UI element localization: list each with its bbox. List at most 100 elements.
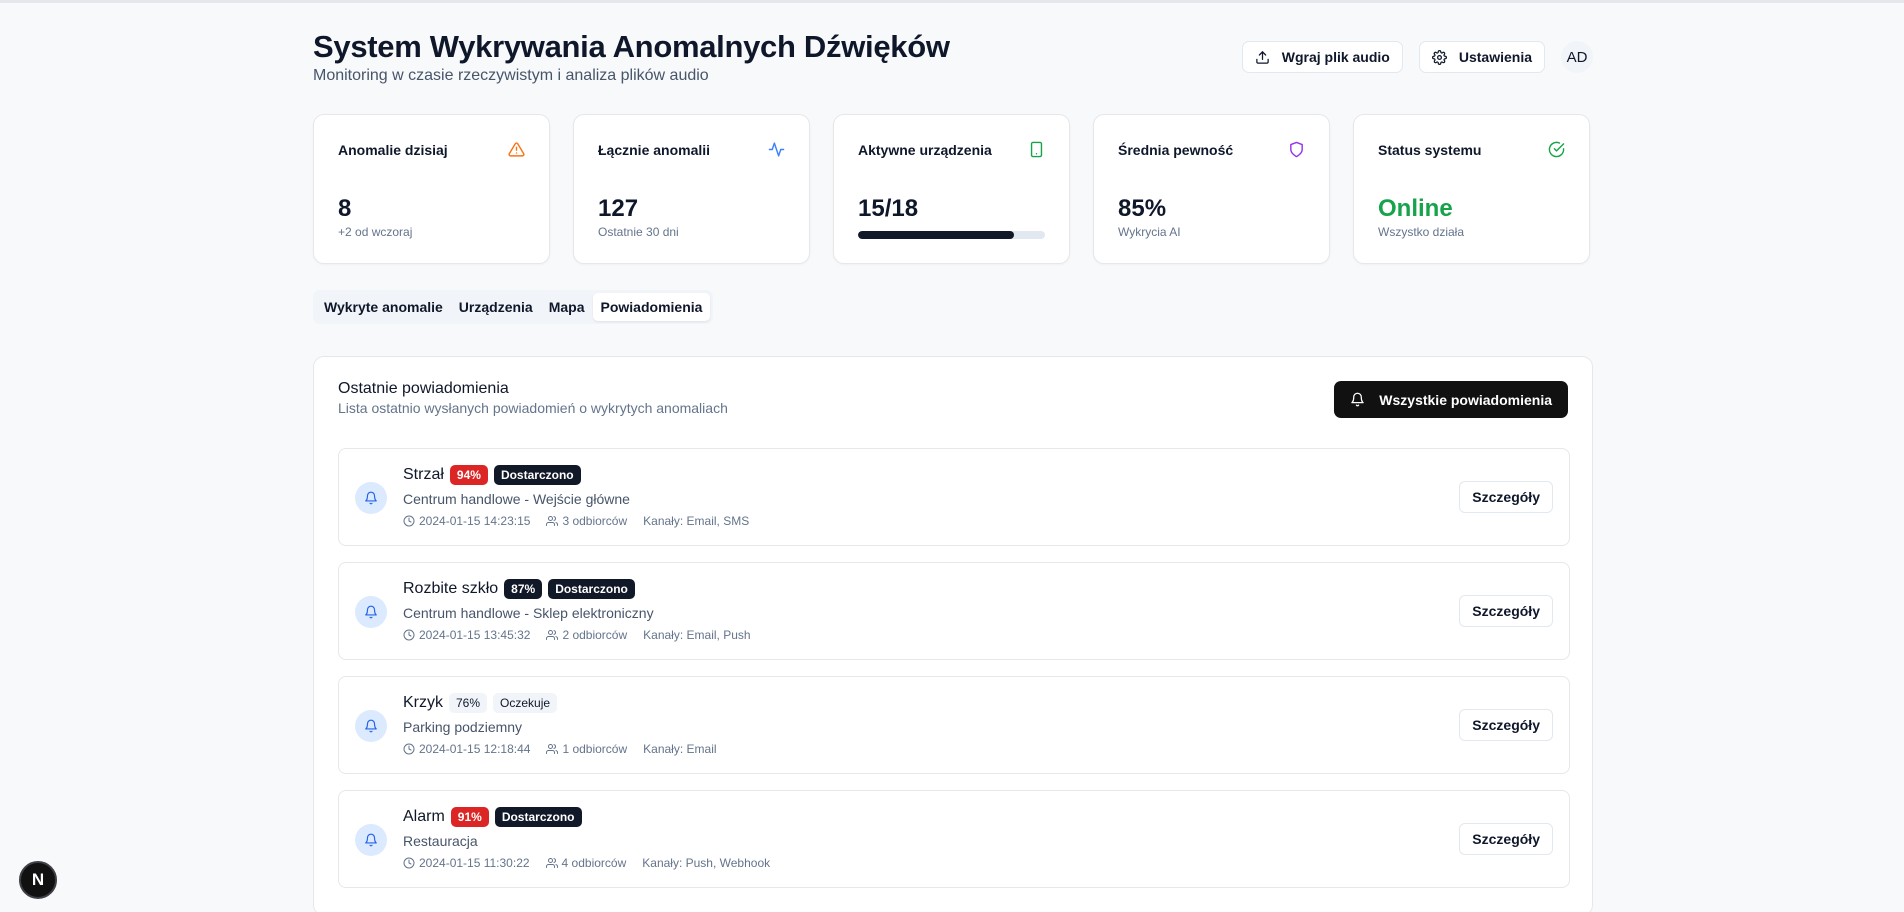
tab-notifications[interactable]: Powiadomienia bbox=[592, 293, 711, 321]
clock-icon bbox=[403, 857, 415, 869]
devices-progress-bar bbox=[858, 231, 1045, 239]
notification-icon bbox=[355, 482, 387, 514]
stat-sub: +2 od wczoraj bbox=[338, 225, 413, 239]
notification-icon bbox=[355, 596, 387, 628]
stat-value: 127 bbox=[598, 195, 639, 222]
notifications-panel: Ostatnie powiadomienia Lista ostatnio wy… bbox=[313, 356, 1593, 912]
confidence-badge: 91% bbox=[450, 807, 489, 827]
progress-fill bbox=[858, 231, 1014, 239]
notification-item: Krzyk 76% Oczekuje Parking podziemny 2024-01… bbox=[338, 676, 1570, 774]
notification-location: Parking podziemny bbox=[403, 719, 523, 735]
dev-tools-badge[interactable]: N bbox=[19, 861, 57, 899]
stat-label: Aktywne urządzenia bbox=[858, 142, 992, 158]
page-subtitle: Monitoring w czasie rzeczywistym i anali… bbox=[313, 67, 709, 84]
notification-title: Krzyk bbox=[403, 694, 443, 711]
tab-map[interactable]: Mapa bbox=[541, 293, 593, 321]
channels-text: Kanały: Email bbox=[643, 742, 717, 756]
notification-title: Alarm bbox=[403, 808, 445, 825]
recipients: 1 odbiorców bbox=[546, 742, 627, 756]
stat-card-anomalies-today: Anomalie dzisiaj 8 +2 od wczoraj bbox=[313, 114, 550, 264]
shield-icon bbox=[1290, 141, 1303, 158]
alert-triangle-icon bbox=[508, 142, 525, 157]
recipients-text: 4 odbiorców bbox=[561, 856, 627, 870]
users-icon bbox=[546, 516, 559, 526]
channels: Kanały: Email, SMS bbox=[643, 514, 749, 528]
timestamp: 2024-01-15 14:23:15 bbox=[403, 514, 530, 528]
timestamp: 2024-01-15 11:30:22 bbox=[403, 856, 530, 870]
stat-label: Anomalie dzisiaj bbox=[338, 142, 448, 158]
notification-location: Centrum handlowe - Wejście główne bbox=[403, 491, 630, 507]
all-notifications-label: Wszystkie powiadomienia bbox=[1379, 391, 1552, 408]
notification-location: Restauracja bbox=[403, 833, 478, 849]
stat-card-active-devices: Aktywne urządzenia 15/18 bbox=[833, 114, 1070, 264]
notification-item: Alarm 91% Dostarczono Restauracja 2024-01-15… bbox=[338, 790, 1570, 888]
stat-value: 8 bbox=[338, 195, 352, 222]
notification-header: Rozbite szkło 87% Dostarczono bbox=[403, 579, 635, 599]
header-actions: Wgraj plik audio Ustawienia AD bbox=[1241, 41, 1593, 73]
stat-label: Status systemu bbox=[1378, 142, 1482, 158]
channels-text: Kanały: Email, SMS bbox=[643, 514, 750, 528]
notification-header: Alarm 91% Dostarczono bbox=[403, 807, 582, 827]
details-button[interactable]: Szczegóły bbox=[1459, 709, 1553, 741]
bell-icon bbox=[365, 605, 377, 619]
details-button[interactable]: Szczegóły bbox=[1459, 823, 1553, 855]
status-badge: Dostarczono bbox=[493, 465, 581, 485]
settings-label: Ustawienia bbox=[1458, 49, 1532, 65]
recipients: 3 odbiorców bbox=[546, 514, 627, 528]
clock-icon bbox=[403, 629, 415, 641]
notification-meta: 2024-01-15 11:30:22 4 odbiorców Kanały: Pu… bbox=[403, 856, 786, 870]
stat-value: 85% bbox=[1118, 195, 1167, 222]
bell-icon bbox=[365, 833, 377, 847]
tab-detected-anomalies[interactable]: Wykryte anomalie bbox=[316, 293, 451, 321]
upload-audio-button[interactable]: Wgraj plik audio bbox=[1241, 41, 1403, 73]
channels: Kanały: Push, Webhook bbox=[642, 856, 770, 870]
recipients-text: 2 odbiorców bbox=[562, 628, 628, 642]
smartphone-icon bbox=[1030, 141, 1043, 158]
bell-icon bbox=[1351, 392, 1365, 407]
user-avatar[interactable]: AD bbox=[1561, 41, 1593, 73]
gear-icon bbox=[1431, 49, 1447, 65]
settings-button[interactable]: Ustawienia bbox=[1418, 41, 1545, 73]
stat-card-total-anomalies: Łącznie anomalii 127 Ostatnie 30 dni bbox=[573, 114, 810, 264]
details-button[interactable]: Szczegóły bbox=[1459, 595, 1553, 627]
notification-item: Strzał 94% Dostarczono Centrum handlowe - W… bbox=[338, 448, 1570, 546]
status-badge: Dostarczono bbox=[548, 579, 635, 599]
recipients: 4 odbiorców bbox=[545, 856, 627, 870]
recipients-text: 1 odbiorców bbox=[562, 742, 628, 756]
bell-icon bbox=[365, 719, 377, 733]
users-icon bbox=[546, 630, 559, 640]
stat-value: 15/18 bbox=[858, 195, 919, 222]
stat-label: Łącznie anomalii bbox=[598, 142, 711, 158]
timestamp-text: 2024-01-15 11:30:22 bbox=[419, 856, 530, 870]
timestamp-text: 2024-01-15 12:18:44 bbox=[419, 742, 531, 756]
notification-header: Strzał 94% Dostarczono bbox=[403, 465, 581, 485]
page-header: System Wykrywania Anomalnych Dźwięków Mo… bbox=[313, 29, 1593, 99]
notification-list: Strzał 94% Dostarczono Centrum handlowe - W… bbox=[338, 448, 1570, 904]
details-button[interactable]: Szczegóły bbox=[1459, 481, 1553, 513]
panel-description: Lista ostatnio wysłanych powiadomień o w… bbox=[338, 400, 728, 416]
stat-value: Online bbox=[1378, 195, 1453, 222]
all-notifications-button[interactable]: Wszystkie powiadomienia bbox=[1334, 381, 1568, 418]
channels-text: Kanały: Push, Webhook bbox=[642, 856, 771, 870]
timestamp-text: 2024-01-15 13:45:32 bbox=[419, 628, 531, 642]
notification-header: Krzyk 76% Oczekuje bbox=[403, 693, 558, 713]
notification-icon bbox=[355, 824, 387, 856]
stats-row: Anomalie dzisiaj 8 +2 od wczoraj Łącznie… bbox=[313, 114, 1593, 264]
timestamp: 2024-01-15 13:45:32 bbox=[403, 628, 530, 642]
stat-sub: Wykrycia AI bbox=[1118, 225, 1181, 239]
notification-item: Rozbite szkło 87% Dostarczono Centrum handl… bbox=[338, 562, 1570, 660]
confidence-badge: 94% bbox=[449, 465, 488, 485]
activity-icon bbox=[768, 142, 785, 157]
channels: Kanały: Email, Push bbox=[643, 628, 750, 642]
notification-location: Centrum handlowe - Sklep elektroniczny bbox=[403, 605, 654, 621]
users-icon bbox=[545, 858, 558, 868]
stat-label: Średnia pewność bbox=[1118, 142, 1234, 158]
stat-sub: Wszystko działa bbox=[1378, 225, 1465, 239]
tab-devices[interactable]: Urządzenia bbox=[451, 293, 541, 321]
clock-icon bbox=[403, 743, 415, 755]
timestamp: 2024-01-15 12:18:44 bbox=[403, 742, 530, 756]
panel-title: Ostatnie powiadomienia bbox=[338, 380, 509, 397]
check-circle-icon bbox=[1548, 141, 1565, 158]
tab-list: Wykryte anomalie Urządzenia Mapa Powiado… bbox=[313, 290, 714, 324]
notification-icon bbox=[355, 710, 387, 742]
